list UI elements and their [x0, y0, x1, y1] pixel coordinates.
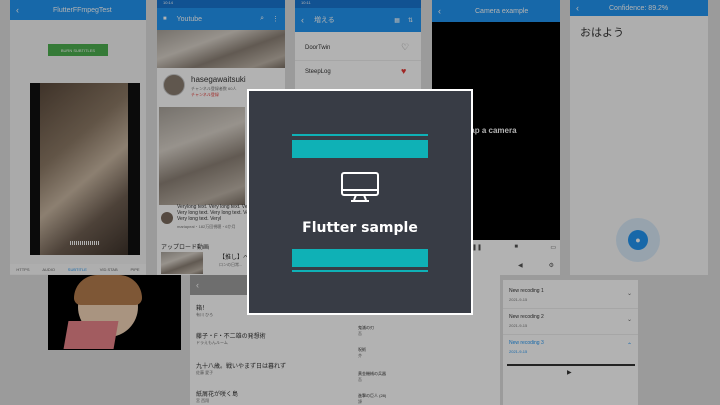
- top-accent-bar: [292, 140, 428, 158]
- bottom-accent-bar: [292, 249, 428, 267]
- flutter-sample-card: Flutter sample: [247, 89, 473, 315]
- top-accent-line: [292, 134, 428, 136]
- card-title: Flutter sample: [302, 220, 418, 236]
- monitor-icon: [340, 171, 380, 208]
- bottom-accent-line: [292, 270, 428, 272]
